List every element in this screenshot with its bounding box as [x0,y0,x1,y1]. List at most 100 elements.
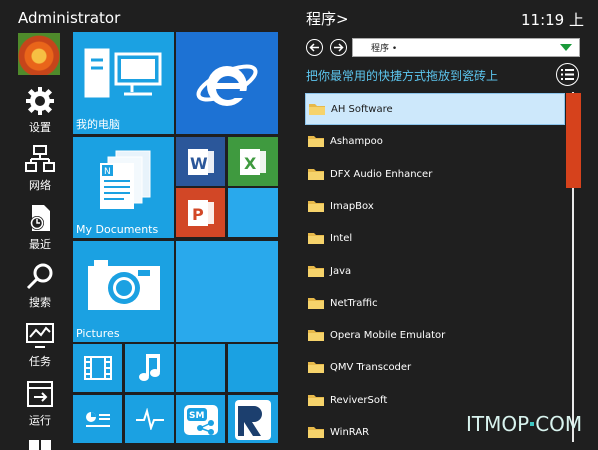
svg-text:W: W [190,154,208,173]
computer-icon [73,32,174,116]
user-name: Administrator [18,9,121,27]
program-item[interactable]: NetTraffic [305,287,565,319]
tile-label: Pictures [76,327,120,340]
tile-reviver[interactable] [228,395,278,443]
reviver-logo-icon [228,395,278,443]
tile-empty-1[interactable] [176,344,225,392]
program-item[interactable]: DFX Audio Enhancer [305,158,565,190]
watermark: ITMOP COM [466,412,582,436]
tile-label: 我的电脑 [76,118,120,131]
folder-icon [308,395,324,406]
tile-share[interactable]: SM [176,395,225,443]
program-item[interactable]: ImapBox [305,190,565,222]
scrollbar-thumb[interactable] [566,93,581,188]
sidebar-item-start[interactable] [14,436,66,450]
program-name: Intel [330,232,353,244]
panel-title[interactable]: 程序> [306,8,349,29]
program-item[interactable]: AH Software [305,93,565,125]
program-name: ReviverSoft [330,394,388,406]
powerpoint-icon: P [176,188,225,237]
gear-icon [23,84,57,118]
tile-empty-large[interactable] [176,241,278,342]
list-view-button[interactable] [556,63,579,86]
program-name: Ashampoo [330,135,383,147]
internet-explorer-icon [176,32,278,134]
chevron-down-icon [560,44,572,51]
arrow-right-icon [334,43,344,52]
share-badge-icon: SM [176,395,225,443]
sidebar-item-label: 任务 [29,355,51,368]
tile-word[interactable]: W [176,137,225,186]
program-category-dropdown[interactable]: 程序 • [352,38,580,57]
film-icon [73,344,122,392]
program-item[interactable]: Ashampoo [305,125,565,157]
search-icon [23,259,57,293]
program-name: Java [330,265,352,277]
tile-my-computer[interactable]: 我的电脑 [73,32,174,134]
tile-video[interactable] [73,344,122,392]
windows-logo-icon [23,436,57,450]
folder-icon [309,104,325,115]
sidebar-item-recent[interactable]: 最近 [14,201,66,252]
camera-icon [73,241,174,326]
tile-powerpoint[interactable]: P [176,188,225,237]
svg-text:X: X [244,154,257,173]
forward-button[interactable] [330,39,347,56]
network-icon [23,142,57,176]
back-button[interactable] [306,39,323,56]
program-name: NetTraffic [330,297,378,309]
program-name: Opera Mobile Emulator [330,329,446,341]
sidebar-item-label: 最近 [29,238,51,251]
svg-text:SM: SM [189,411,204,421]
tile-empty-2[interactable] [228,344,278,392]
sidebar-item-run[interactable]: 运行 [14,377,66,428]
run-icon [23,377,57,411]
sidebar-item-search[interactable]: 搜索 [14,259,66,310]
tile-disk-usage[interactable] [73,395,122,443]
sidebar-item-tasks[interactable]: 任务 [14,318,66,369]
documents-icon: N [73,137,174,222]
folder-icon [308,201,324,212]
tile-music[interactable] [125,344,174,392]
recent-documents-icon [23,201,57,235]
word-icon: W [176,137,225,186]
list-icon [561,69,574,80]
sidebar-item-settings[interactable]: 设置 [14,84,66,135]
tile-activity[interactable] [125,395,174,443]
arrow-left-icon [309,43,319,52]
watermark-text: COM [535,412,583,436]
folder-icon [308,298,324,309]
pulse-icon [125,395,174,443]
tile-my-documents[interactable]: N My Documents [73,137,174,238]
sidebar-item-label: 网络 [29,179,51,192]
tile-excel[interactable]: X [228,137,278,186]
folder-icon [308,169,324,180]
program-name: ImapBox [330,200,374,212]
excel-icon: X [228,137,278,186]
sidebar-item-label: 设置 [29,121,51,134]
folder-icon [308,330,324,341]
avatar[interactable] [18,33,60,75]
program-item[interactable]: Intel [305,222,565,254]
folder-icon [308,427,324,438]
folder-icon [308,362,324,373]
sidebar-item-label: 运行 [29,414,51,427]
program-item[interactable]: Opera Mobile Emulator [305,319,565,351]
task-monitor-icon [23,318,57,352]
music-note-icon [125,344,174,392]
folder-icon [308,233,324,244]
sidebar-item-network[interactable]: 网络 [14,142,66,193]
tile-pictures[interactable]: Pictures [73,241,174,342]
drag-hint: 把你最常用的快捷方式拖放到瓷砖上 [306,69,499,83]
folder-icon [308,266,324,277]
clock: 11:19 上 [521,11,584,29]
program-item[interactable]: QMV Transcoder [305,351,565,383]
tile-internet-explorer[interactable] [176,32,278,134]
program-name: DFX Audio Enhancer [330,168,433,180]
dropdown-value: 程序 • [371,44,398,54]
program-name: AH Software [331,103,393,115]
program-item[interactable]: Java [305,255,565,287]
tile-empty-small[interactable] [228,188,278,237]
tile-label: My Documents [76,223,159,236]
svg-text:N: N [104,167,111,177]
